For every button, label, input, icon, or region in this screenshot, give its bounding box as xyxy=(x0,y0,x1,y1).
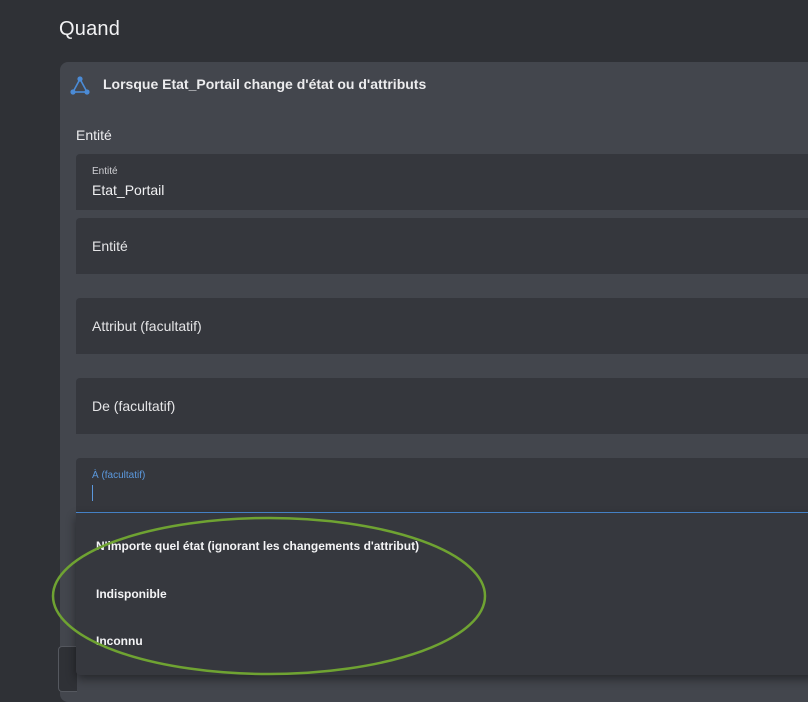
attribute-field-label: Attribut (facultatif) xyxy=(92,318,202,334)
option-unknown[interactable]: Inconnu xyxy=(96,634,143,648)
add-entity-field[interactable]: Entité xyxy=(76,218,808,274)
entity-field-label: Entité xyxy=(92,166,118,177)
attribute-field[interactable]: Attribut (facultatif) xyxy=(76,298,808,354)
entity-section-label: Entité xyxy=(76,127,112,143)
collapsed-card-edge xyxy=(58,646,77,692)
from-field-label: De (facultatif) xyxy=(92,398,176,414)
trigger-title: Lorsque Etat_Portail change d'état ou d'… xyxy=(103,76,427,92)
section-title: Quand xyxy=(59,18,121,40)
text-cursor xyxy=(92,485,93,501)
to-state-field[interactable]: À (facultatif) xyxy=(76,458,808,514)
trigger-card-header[interactable]: Lorsque Etat_Portail change d'état ou d'… xyxy=(60,62,808,108)
add-entity-field-label: Entité xyxy=(92,238,128,254)
state-trigger-icon xyxy=(70,76,90,95)
to-state-dropdown: N'importe quel état (ignorant les change… xyxy=(76,513,808,675)
option-unavailable[interactable]: Indisponible xyxy=(96,587,167,601)
to-field-label: À (facultatif) xyxy=(92,470,146,481)
from-state-field[interactable]: De (facultatif) xyxy=(76,378,808,434)
entity-select-field[interactable]: Entité Etat_Portail xyxy=(76,154,808,210)
option-any-state[interactable]: N'importe quel état (ignorant les change… xyxy=(96,539,419,553)
entity-field-value: Etat_Portail xyxy=(92,182,165,198)
